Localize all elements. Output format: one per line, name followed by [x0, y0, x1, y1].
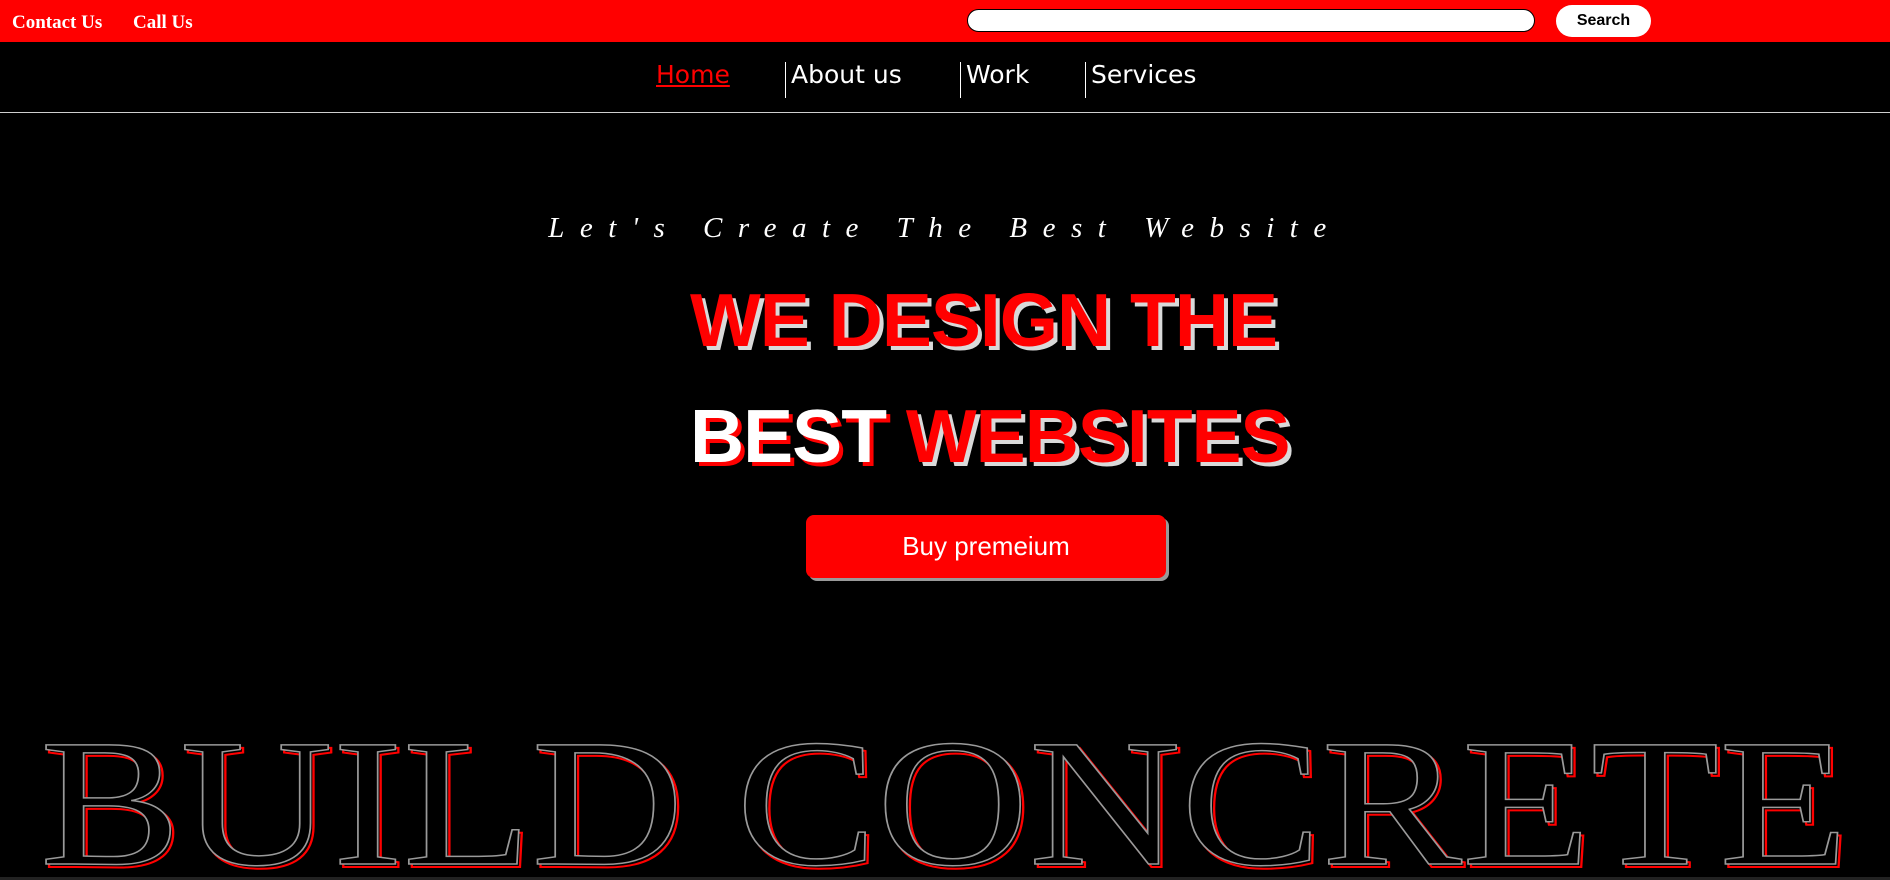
main-nav: Home About us Work Services — [0, 42, 1890, 113]
search-input[interactable] — [967, 9, 1535, 32]
search-button[interactable]: Search — [1556, 5, 1651, 37]
hero-headline-line1: WE DESIGN THE — [690, 278, 1278, 362]
contact-us-link[interactable]: Contact Us — [12, 12, 102, 34]
nav-item-home[interactable]: Home — [656, 60, 730, 90]
nav-item-work[interactable]: Work — [966, 60, 1029, 90]
nav-item-services[interactable]: Services — [1091, 60, 1196, 90]
outline-banner: BUILD CONCRETE BUILD CONCRETE — [0, 712, 1890, 880]
hero-headline-white-word: BEST — [690, 394, 887, 478]
nav-item-about-us[interactable]: About us — [791, 60, 902, 90]
call-us-link[interactable]: Call Us — [133, 12, 193, 34]
nav-separator — [1085, 62, 1086, 98]
top-bar: Contact Us Call Us Search — [0, 0, 1890, 42]
hero-headline-line2: BEST WEBSITES — [690, 394, 1291, 478]
outline-banner-text: BUILD CONCRETE — [40, 712, 1848, 880]
outline-banner-svg: BUILD CONCRETE BUILD CONCRETE — [39, 712, 1852, 880]
hero-headline-red-word: WEBSITES — [905, 394, 1291, 478]
nav-separator — [960, 62, 961, 98]
buy-premium-button[interactable]: Buy premeium — [806, 515, 1166, 578]
nav-separator — [785, 62, 786, 98]
hero-tagline: Let's Create The Best Website — [548, 212, 1342, 244]
